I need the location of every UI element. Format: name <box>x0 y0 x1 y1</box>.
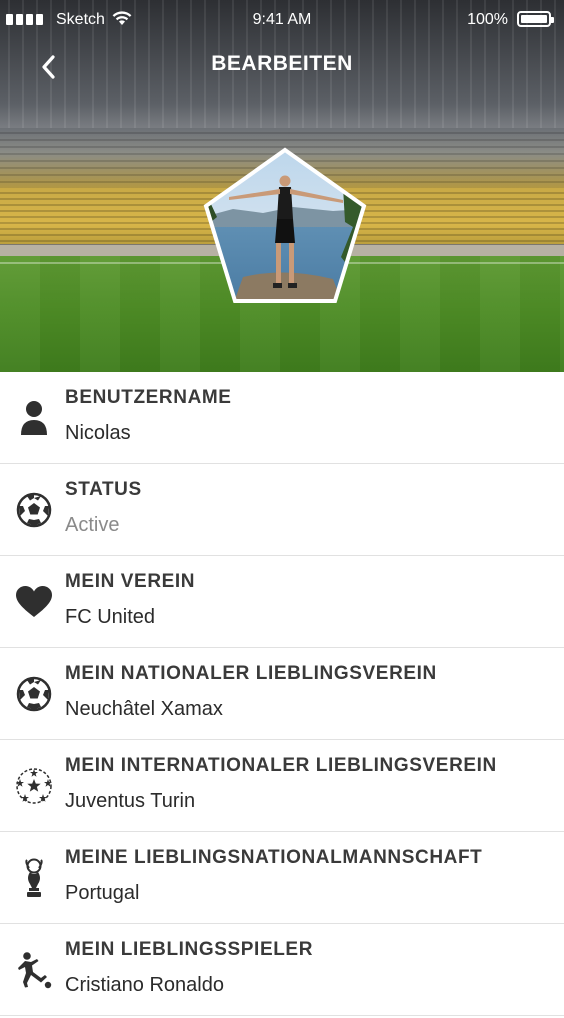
field-label: MEIN INTERNATIONALER LIEBLINGSVEREIN <box>65 755 497 776</box>
kicking-player-icon <box>14 950 54 990</box>
field-row-nationalmannschaft[interactable]: MEINE LIEBLINGSNATIONALMANNSCHAFT Portug… <box>0 832 564 924</box>
edit-profile-screen: Sketch 9:41 AM 100% BEARBEITEN BENUTZERN… <box>0 0 564 1018</box>
field-row-benutzername[interactable]: BENUTZERNAME Nicolas <box>0 372 564 464</box>
field-value: Juventus Turin <box>65 790 196 812</box>
field-label: STATUS <box>65 479 142 500</box>
field-label: MEIN VEREIN <box>65 571 196 592</box>
battery-icon <box>517 11 554 27</box>
soccer-ball-icon <box>14 674 54 714</box>
field-label: MEIN LIEBLINGSSPIELER <box>65 939 314 960</box>
field-label: MEINE LIEBLINGSNATIONALMANNSCHAFT <box>65 847 483 868</box>
field-value: FC United <box>65 606 156 628</box>
user-icon <box>14 398 54 438</box>
field-value: Portugal <box>65 882 140 904</box>
world-cup-trophy-icon <box>14 858 54 898</box>
field-value: Active <box>65 514 120 536</box>
stadium-header: Sketch 9:41 AM 100% BEARBEITEN <box>0 0 564 372</box>
battery-percentage: 100% <box>467 11 508 28</box>
field-row-nationaler-verein[interactable]: MEIN NATIONALER LIEBLINGSVEREIN Neuchâte… <box>0 648 564 740</box>
field-label: BENUTZERNAME <box>65 387 232 408</box>
field-value: Neuchâtel Xamax <box>65 698 223 720</box>
page-title: BEARBEITEN <box>211 52 353 75</box>
heart-icon <box>14 582 54 622</box>
profile-photo[interactable] <box>203 147 367 305</box>
field-label: MEIN NATIONALER LIEBLINGSVEREIN <box>65 663 437 684</box>
field-row-lieblingsspieler[interactable]: MEIN LIEBLINGSSPIELER Cristiano Ronaldo <box>0 924 564 1016</box>
soccer-ball-icon <box>14 490 54 530</box>
field-row-internationaler-verein[interactable]: MEIN INTERNATIONALER LIEBLINGSVEREIN Juv… <box>0 740 564 832</box>
field-value: Cristiano Ronaldo <box>65 974 224 996</box>
profile-fields-list: BENUTZERNAME Nicolas STATUS Active MEIN … <box>0 372 564 1016</box>
field-row-status[interactable]: STATUS Active <box>0 464 564 556</box>
field-row-mein-verein[interactable]: MEIN VEREIN FC United <box>0 556 564 648</box>
champions-ball-icon <box>14 766 54 806</box>
field-value: Nicolas <box>65 422 131 444</box>
status-bar: Sketch 9:41 AM 100% <box>0 0 564 40</box>
